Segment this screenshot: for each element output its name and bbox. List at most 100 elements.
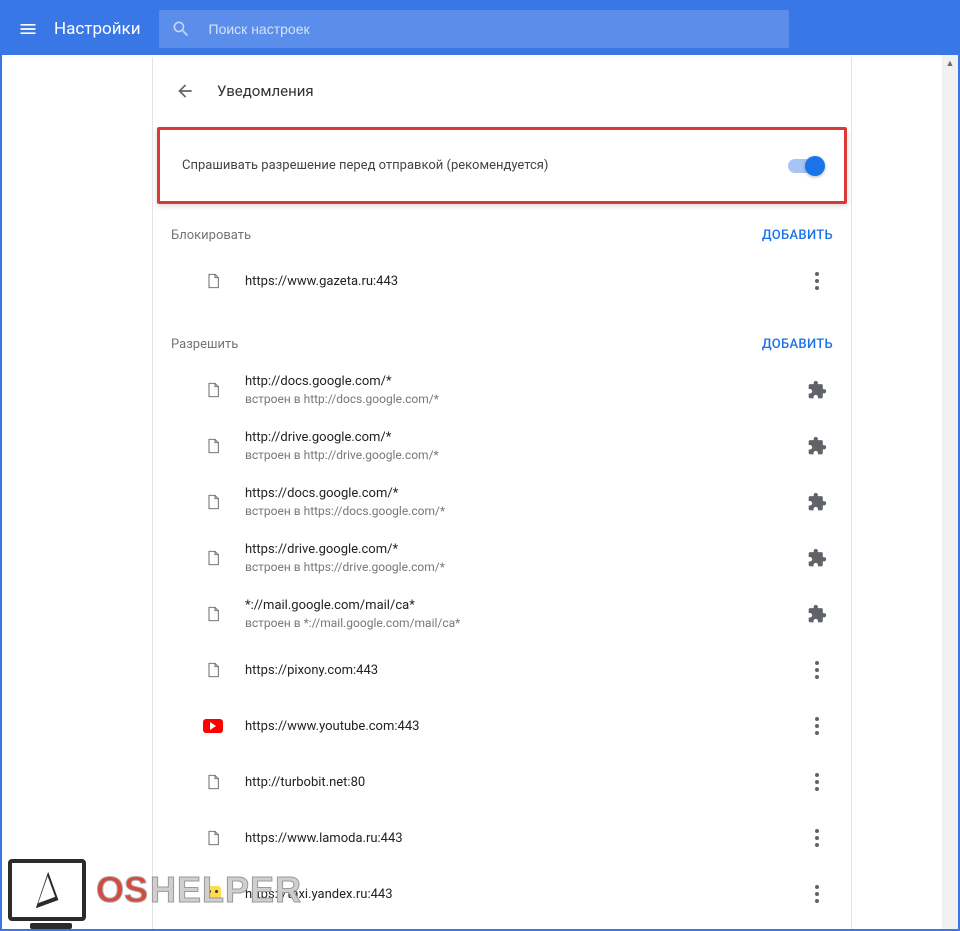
document-icon — [205, 492, 221, 512]
allow-section-header: Разрешить ДОБАВИТЬ — [153, 323, 851, 362]
site-row-url: https://www.lamoda.ru:443 — [245, 831, 801, 846]
ask-permission-toggle-card: Спрашивать разрешение перед отправкой (р… — [157, 127, 847, 204]
site-row-icon — [203, 492, 223, 512]
document-icon — [205, 772, 221, 792]
site-row-icon — [203, 271, 223, 291]
site-row-icon — [203, 716, 223, 736]
site-row: http://turbobit.net:80 — [153, 754, 851, 810]
block-section-header: Блокировать ДОБАВИТЬ — [153, 214, 851, 253]
site-row: https://pixony.com:443 — [153, 642, 851, 698]
site-row: https://drive.google.com/* встроен в htt… — [153, 530, 851, 586]
site-row-text: http://docs.google.com/* встроен в http:… — [245, 374, 801, 406]
site-row-action[interactable] — [801, 542, 833, 574]
site-row-url: https://pixony.com:443 — [245, 663, 801, 678]
site-row-action[interactable] — [801, 430, 833, 462]
watermark-os: OS — [96, 869, 148, 911]
site-row-url: https://taxi.yandex.ru:443 — [245, 887, 801, 902]
site-row: http://drive.google.com/* встроен в http… — [153, 418, 851, 474]
extension-icon — [807, 380, 827, 400]
site-row: https://www.gazeta.ru:443 — [153, 253, 851, 309]
site-row-action[interactable] — [801, 878, 833, 910]
search-input[interactable] — [209, 21, 777, 37]
site-row-text: https://www.gazeta.ru:443 — [245, 274, 801, 289]
site-row: http://docs.google.com/* встроен в http:… — [153, 362, 851, 418]
site-row-action[interactable] — [801, 486, 833, 518]
search-icon — [171, 19, 191, 39]
allow-section-title: Разрешить — [171, 337, 238, 352]
youtube-icon — [203, 719, 223, 733]
content-area: ▲ Уведомления Спрашивать разрешение пере… — [2, 55, 958, 929]
switch-knob-icon — [805, 156, 825, 176]
site-row-icon — [203, 884, 223, 904]
site-row-action[interactable] — [801, 822, 833, 854]
site-row-sub: встроен в https://drive.google.com/* — [245, 560, 801, 574]
site-row-sub: встроен в *://mail.google.com/mail/ca* — [245, 616, 801, 630]
site-row-sub: встроен в http://drive.google.com/* — [245, 448, 801, 462]
document-icon — [205, 436, 221, 456]
site-row-action[interactable] — [801, 598, 833, 630]
site-row-url: *://mail.google.com/mail/ca* — [245, 598, 801, 613]
document-icon — [205, 660, 221, 680]
site-row-action[interactable] — [801, 654, 833, 686]
site-row: https://www.youtube.com:443 — [153, 698, 851, 754]
extension-icon — [807, 604, 827, 624]
site-row-icon — [203, 436, 223, 456]
more-icon — [815, 272, 819, 290]
site-row-url: https://www.youtube.com:443 — [245, 719, 801, 734]
scrollbar[interactable]: ▲ — [942, 55, 958, 929]
site-row: https://www.lamoda.ru:443 — [153, 810, 851, 866]
extension-icon — [807, 436, 827, 456]
site-row-text: https://www.lamoda.ru:443 — [245, 831, 801, 846]
document-icon — [205, 380, 221, 400]
site-row-text: https://pixony.com:443 — [245, 663, 801, 678]
block-add-button[interactable]: ДОБАВИТЬ — [762, 228, 833, 243]
settings-card: Уведомления Спрашивать разрешение перед … — [152, 57, 852, 929]
site-row-action[interactable] — [801, 374, 833, 406]
extension-icon — [807, 492, 827, 512]
site-row-text: http://drive.google.com/* встроен в http… — [245, 430, 801, 462]
search-box[interactable] — [159, 10, 789, 48]
topbar: Настройки — [2, 2, 958, 55]
site-row-url: http://turbobit.net:80 — [245, 775, 801, 790]
scroll-up-icon[interactable]: ▲ — [942, 55, 958, 71]
site-row-url: https://docs.google.com/* — [245, 486, 801, 501]
menu-icon[interactable] — [16, 17, 40, 41]
site-row-url: https://drive.google.com/* — [245, 542, 801, 557]
extension-icon — [807, 548, 827, 568]
site-row-url: http://drive.google.com/* — [245, 430, 801, 445]
page-header: Уведомления — [153, 57, 851, 127]
yandex-taxi-icon — [205, 886, 221, 902]
site-row-text: https://docs.google.com/* встроен в http… — [245, 486, 801, 518]
back-arrow-icon[interactable] — [173, 79, 197, 103]
more-icon — [815, 661, 819, 679]
site-row-url: http://docs.google.com/* — [245, 374, 801, 389]
document-icon — [205, 548, 221, 568]
site-row-action[interactable] — [801, 265, 833, 297]
more-icon — [815, 829, 819, 847]
site-row-sub: встроен в http://docs.google.com/* — [245, 392, 801, 406]
site-row-text: *://mail.google.com/mail/ca* встроен в *… — [245, 598, 801, 630]
site-row-icon — [203, 380, 223, 400]
document-icon — [205, 828, 221, 848]
document-icon — [205, 604, 221, 624]
allow-add-button[interactable]: ДОБАВИТЬ — [762, 337, 833, 352]
site-row-icon — [203, 660, 223, 680]
site-row-text: https://drive.google.com/* встроен в htt… — [245, 542, 801, 574]
more-icon — [815, 773, 819, 791]
site-row-text: https://www.youtube.com:443 — [245, 719, 801, 734]
site-row: https://taxi.yandex.ru:443 — [153, 866, 851, 922]
ask-permission-switch[interactable] — [788, 159, 822, 173]
ask-permission-label: Спрашивать разрешение перед отправкой (р… — [182, 158, 548, 173]
app-title: Настройки — [54, 19, 141, 39]
site-row-icon — [203, 548, 223, 568]
more-icon — [815, 885, 819, 903]
block-section-title: Блокировать — [171, 228, 251, 243]
site-row-icon — [203, 604, 223, 624]
site-row-text: http://turbobit.net:80 — [245, 775, 801, 790]
site-row-action[interactable] — [801, 710, 833, 742]
site-row-action[interactable] — [801, 766, 833, 798]
site-row-icon — [203, 828, 223, 848]
more-icon — [815, 717, 819, 735]
page-title: Уведомления — [217, 82, 314, 100]
document-icon — [205, 271, 221, 291]
